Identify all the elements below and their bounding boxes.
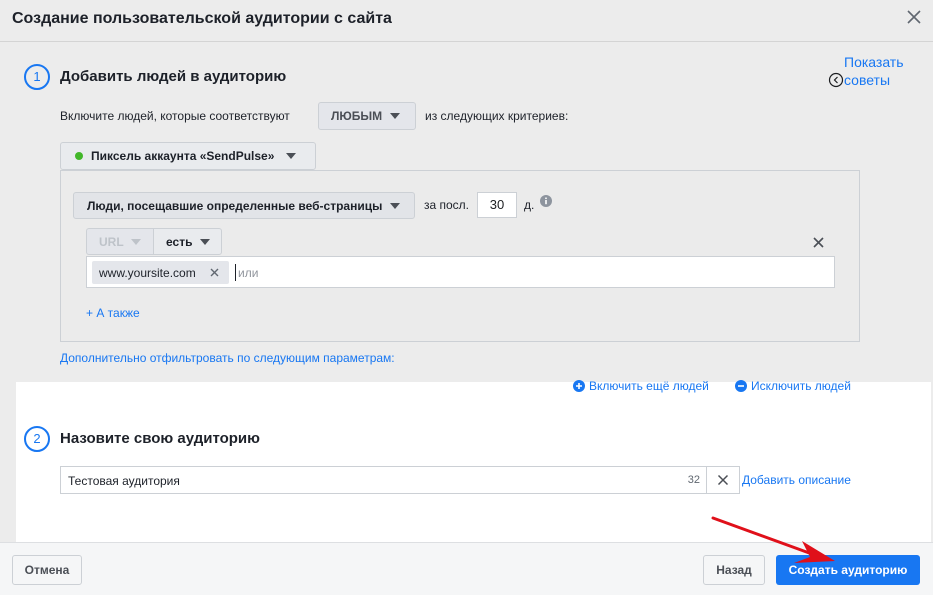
include-more-label: Включить ещё людей [589, 379, 709, 393]
audience-name-input[interactable]: Тестовая аудитория 32 [60, 466, 707, 494]
period-days-input[interactable]: 30 [477, 192, 517, 218]
caret-down-icon [390, 202, 401, 209]
minus-circle-icon [735, 380, 747, 392]
info-icon[interactable] [540, 195, 552, 207]
include-prefix-text: Включите людей, которые соответствуют [60, 109, 290, 123]
annotation-arrow-icon [711, 516, 835, 563]
operator-dropdown[interactable]: есть [153, 228, 222, 255]
chevron-left-circle-icon [828, 72, 844, 88]
dialog-title: Создание пользовательской аудитории с са… [12, 10, 392, 27]
step1-title: Добавить людей в аудиторию [60, 68, 287, 85]
url-token: www.yoursite.com [92, 261, 229, 284]
include-suffix-text: из следующих критериев: [425, 109, 569, 123]
match-dropdown-value: ЛЮБЫМ [331, 109, 383, 123]
pixel-dropdown[interactable]: Пиксель аккаунта «SendPulse» [60, 142, 316, 170]
caret-down-icon [286, 153, 297, 159]
url-token-value: www.yoursite.com [99, 265, 196, 280]
period-prefix-text: за посл. [424, 198, 470, 212]
cancel-button[interactable]: Отмена [12, 555, 82, 585]
exclude-label: Исключить людей [751, 379, 851, 393]
exclude-link[interactable]: Исключить людей [735, 379, 851, 393]
url-token-input[interactable]: www.yoursite.com или [86, 256, 835, 288]
add-description-link[interactable]: Добавить описание [742, 473, 851, 487]
step2-title: Назовите свою аудиторию [60, 430, 260, 447]
caret-down-icon [130, 238, 141, 245]
period-unit-text: д. [524, 198, 535, 212]
clear-name-button[interactable] [706, 466, 740, 494]
text-cursor [235, 264, 236, 281]
add-also-link[interactable]: + А также [86, 306, 140, 320]
remove-token-icon[interactable] [210, 268, 219, 277]
url-field-dropdown[interactable]: URL [86, 228, 154, 255]
more-filters-link[interactable]: Дополнительно отфильтровать по следующим… [60, 351, 395, 365]
dialog-header: Создание пользовательской аудитории с са… [0, 0, 933, 42]
event-dropdown-label: Люди, посещавшие определенные веб-страни… [87, 198, 383, 213]
step1-number: 1 [24, 64, 50, 90]
event-dropdown[interactable]: Люди, посещавшие определенные веб-страни… [73, 192, 415, 219]
caret-down-icon [390, 113, 401, 119]
remove-rule-icon[interactable] [812, 236, 825, 249]
caret-down-icon [200, 238, 211, 245]
close-icon [717, 474, 729, 486]
or-placeholder: или [238, 266, 259, 280]
pixel-dropdown-label: Пиксель аккаунта «SendPulse» [91, 149, 275, 163]
include-more-link[interactable]: Включить ещё людей [573, 379, 709, 393]
url-field-label: URL [99, 234, 124, 249]
show-tips-line2: советы [844, 72, 891, 88]
show-tips-line1: Показать [844, 54, 904, 70]
close-icon[interactable] [905, 8, 923, 26]
match-dropdown[interactable]: ЛЮБЫМ [318, 102, 416, 130]
plus-circle-icon [573, 380, 585, 392]
char-count: 32 [687, 474, 700, 486]
step2-number: 2 [24, 426, 50, 452]
pixel-status-dot [75, 152, 83, 160]
operator-label: есть [166, 234, 193, 249]
audience-name-value: Тестовая аудитория [68, 474, 180, 488]
